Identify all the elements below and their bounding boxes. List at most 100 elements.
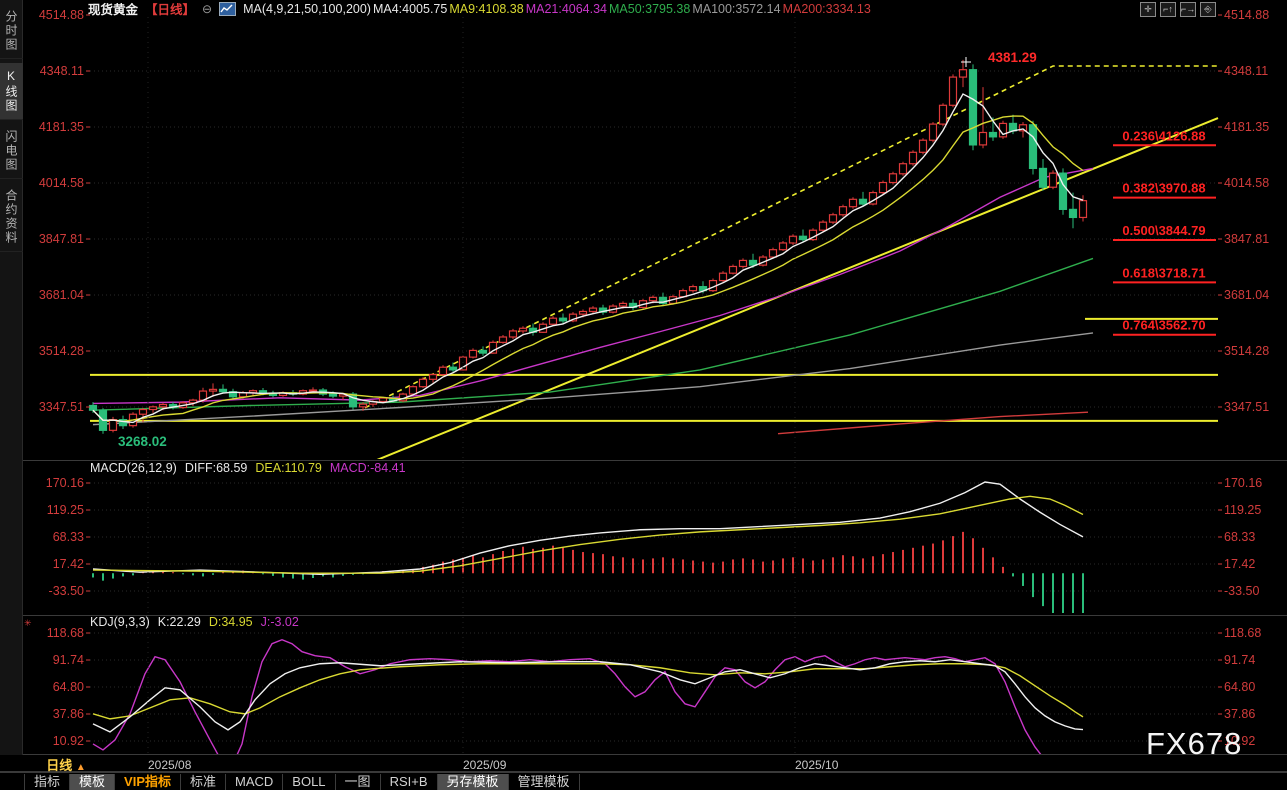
fib-retracement-level[interactable]: 0.500\3844.79 xyxy=(1113,223,1216,240)
bottom-toolbar: 指标模板VIP指标标准MACDBOLL一图RSI+B另存模板管理模板 xyxy=(0,772,1287,790)
candle xyxy=(910,150,917,165)
price-axis-label: 4514.88 xyxy=(1224,8,1269,22)
fit-vertical-icon[interactable]: ⌐↑ xyxy=(1160,2,1176,17)
price-axis-label: 4348.11 xyxy=(1224,64,1268,78)
pan-icon[interactable]: ✛ xyxy=(1140,2,1156,17)
ma-legend-item: MA9:4108.38 xyxy=(449,2,523,16)
sidebar-item-2[interactable]: 闪电图 xyxy=(0,124,23,179)
candle xyxy=(690,285,697,293)
fib-retracement-level[interactable]: 0.382\3970.88 xyxy=(1113,181,1216,198)
ma100-line xyxy=(93,333,1093,425)
svg-text:0.236\4126.88: 0.236\4126.88 xyxy=(1122,128,1205,143)
candle xyxy=(520,326,527,333)
ma-legend: MA(4,9,21,50,100,200)MA4:4005.75MA9:4108… xyxy=(243,2,873,16)
candle xyxy=(110,417,117,432)
kdj-panel xyxy=(90,633,1218,766)
candle xyxy=(980,87,987,148)
price-axis-label: 4014.58 xyxy=(1224,176,1269,190)
j-line xyxy=(93,640,1083,766)
diff-line xyxy=(93,482,1083,574)
indicator-legend-item: MACD(26,12,9) xyxy=(90,461,177,475)
candle xyxy=(590,306,597,313)
mini-chart-icon[interactable] xyxy=(219,2,236,16)
main-panel xyxy=(90,15,1219,475)
sidebar-item-1[interactable]: K线图 xyxy=(0,63,23,120)
toolbar-item-3[interactable]: 标准 xyxy=(181,774,226,790)
ma-legend-item: MA4:4005.75 xyxy=(373,2,447,16)
price-axis-label: 170.16 xyxy=(46,476,84,490)
sidebar-item-0[interactable]: 分时图 xyxy=(0,4,23,59)
price-axis-label: 4348.11 xyxy=(40,64,84,78)
price-axis-label: 3847.81 xyxy=(1224,232,1269,246)
sidebar-item-3[interactable]: 合约资料 xyxy=(0,183,23,252)
candle xyxy=(1030,121,1037,175)
toolbar-item-2[interactable]: VIP指标 xyxy=(115,774,181,790)
candle xyxy=(500,335,507,344)
price-axis-label: 3514.28 xyxy=(1224,344,1269,358)
candle xyxy=(630,299,637,310)
toolbar-item-4[interactable]: MACD xyxy=(226,774,283,790)
toolbar-item-0[interactable]: 指标 xyxy=(24,774,70,790)
exit-icon[interactable]: ⎆ xyxy=(1200,2,1216,17)
candle xyxy=(1040,159,1047,191)
indicator-legend-item: J:-3.02 xyxy=(261,615,299,629)
kdj-legend: KDJ(9,3,3)K:22.29D:34.95J:-3.02 xyxy=(90,615,307,629)
svg-text:0.500\3844.79: 0.500\3844.79 xyxy=(1122,223,1205,238)
price-axis-label: 4181.35 xyxy=(1224,120,1269,134)
period-label: 日线 xyxy=(46,758,72,773)
candle xyxy=(850,197,857,208)
collapse-legend-icon[interactable]: ⊖ xyxy=(202,2,212,16)
candle xyxy=(780,241,787,251)
candle xyxy=(840,205,847,217)
candle xyxy=(820,220,827,231)
candle xyxy=(970,64,977,150)
candle xyxy=(950,74,957,107)
toolbar-item-5[interactable]: BOLL xyxy=(283,774,335,790)
candle xyxy=(220,384,227,393)
candle xyxy=(790,234,797,245)
toolbar-item-9[interactable]: 管理模板 xyxy=(509,774,580,790)
toolbar-item-7[interactable]: RSI+B xyxy=(381,774,438,790)
candle xyxy=(890,172,897,185)
price-axis-label: 3847.81 xyxy=(39,232,84,246)
chart-header: 现货黄金 【日线】 ⊖ MA(4,9,21,50,100,200)MA4:400… xyxy=(88,0,873,17)
fib-retracement-level[interactable]: 0.618\3718.71 xyxy=(1113,265,1216,282)
fit-horizontal-icon[interactable]: ⌐→ xyxy=(1180,2,1196,17)
chart-canvas[interactable]: 0.236\4126.88 0.382\3970.88 0.500\3844.79 0… xyxy=(0,0,1287,790)
ma21-line xyxy=(93,168,1093,403)
candle xyxy=(830,213,837,224)
fib-retracement-level[interactable]: 0.764\3562.70 xyxy=(1113,318,1216,335)
candle xyxy=(870,191,877,206)
toolbar-item-6[interactable]: 一图 xyxy=(336,774,381,790)
candle xyxy=(440,365,447,376)
toolbar-item-8[interactable]: 另存模板 xyxy=(438,774,509,790)
candle xyxy=(880,181,887,194)
low-price-label: 3268.02 xyxy=(118,434,167,449)
indicator-legend-item: K:22.29 xyxy=(158,615,201,629)
price-axis-label: -33.50 xyxy=(49,584,84,598)
price-axis-label: 68.33 xyxy=(53,530,84,544)
price-axis-label: 91.74 xyxy=(1224,653,1255,667)
candle xyxy=(730,264,737,274)
candle xyxy=(710,279,717,292)
price-axis-label: 68.33 xyxy=(1224,530,1255,544)
period-selector-button[interactable]: 日线 ▲ xyxy=(37,755,95,771)
candle xyxy=(480,346,487,355)
price-axis-label: 4014.58 xyxy=(39,176,84,190)
fib-retracement-level[interactable]: 0.236\4126.88 xyxy=(1113,128,1216,145)
svg-text:0.764\3562.70: 0.764\3562.70 xyxy=(1122,318,1205,333)
price-axis-label: 4181.35 xyxy=(39,120,84,134)
ma200-line xyxy=(778,412,1088,433)
candle xyxy=(230,389,237,400)
candle xyxy=(1000,121,1007,139)
ma-legend-item: MA100:3572.14 xyxy=(692,2,780,16)
candle xyxy=(720,271,727,282)
price-axis-label: 119.25 xyxy=(47,503,84,517)
toolbar-item-1[interactable]: 模板 xyxy=(70,774,115,790)
indicator-settings-icon[interactable]: ✳ xyxy=(24,618,32,628)
macd-legend: MACD(26,12,9)DIFF:68.59DEA:110.79MACD:-8… xyxy=(90,461,414,475)
price-axis-label: 4514.88 xyxy=(39,8,84,22)
period-tag: 【日线】 xyxy=(145,0,195,18)
chart-tool-icons: ✛ ⌐↑ ⌐→ ⎆ xyxy=(1140,2,1216,17)
ma-legend-item: MA(4,9,21,50,100,200) xyxy=(243,2,371,16)
